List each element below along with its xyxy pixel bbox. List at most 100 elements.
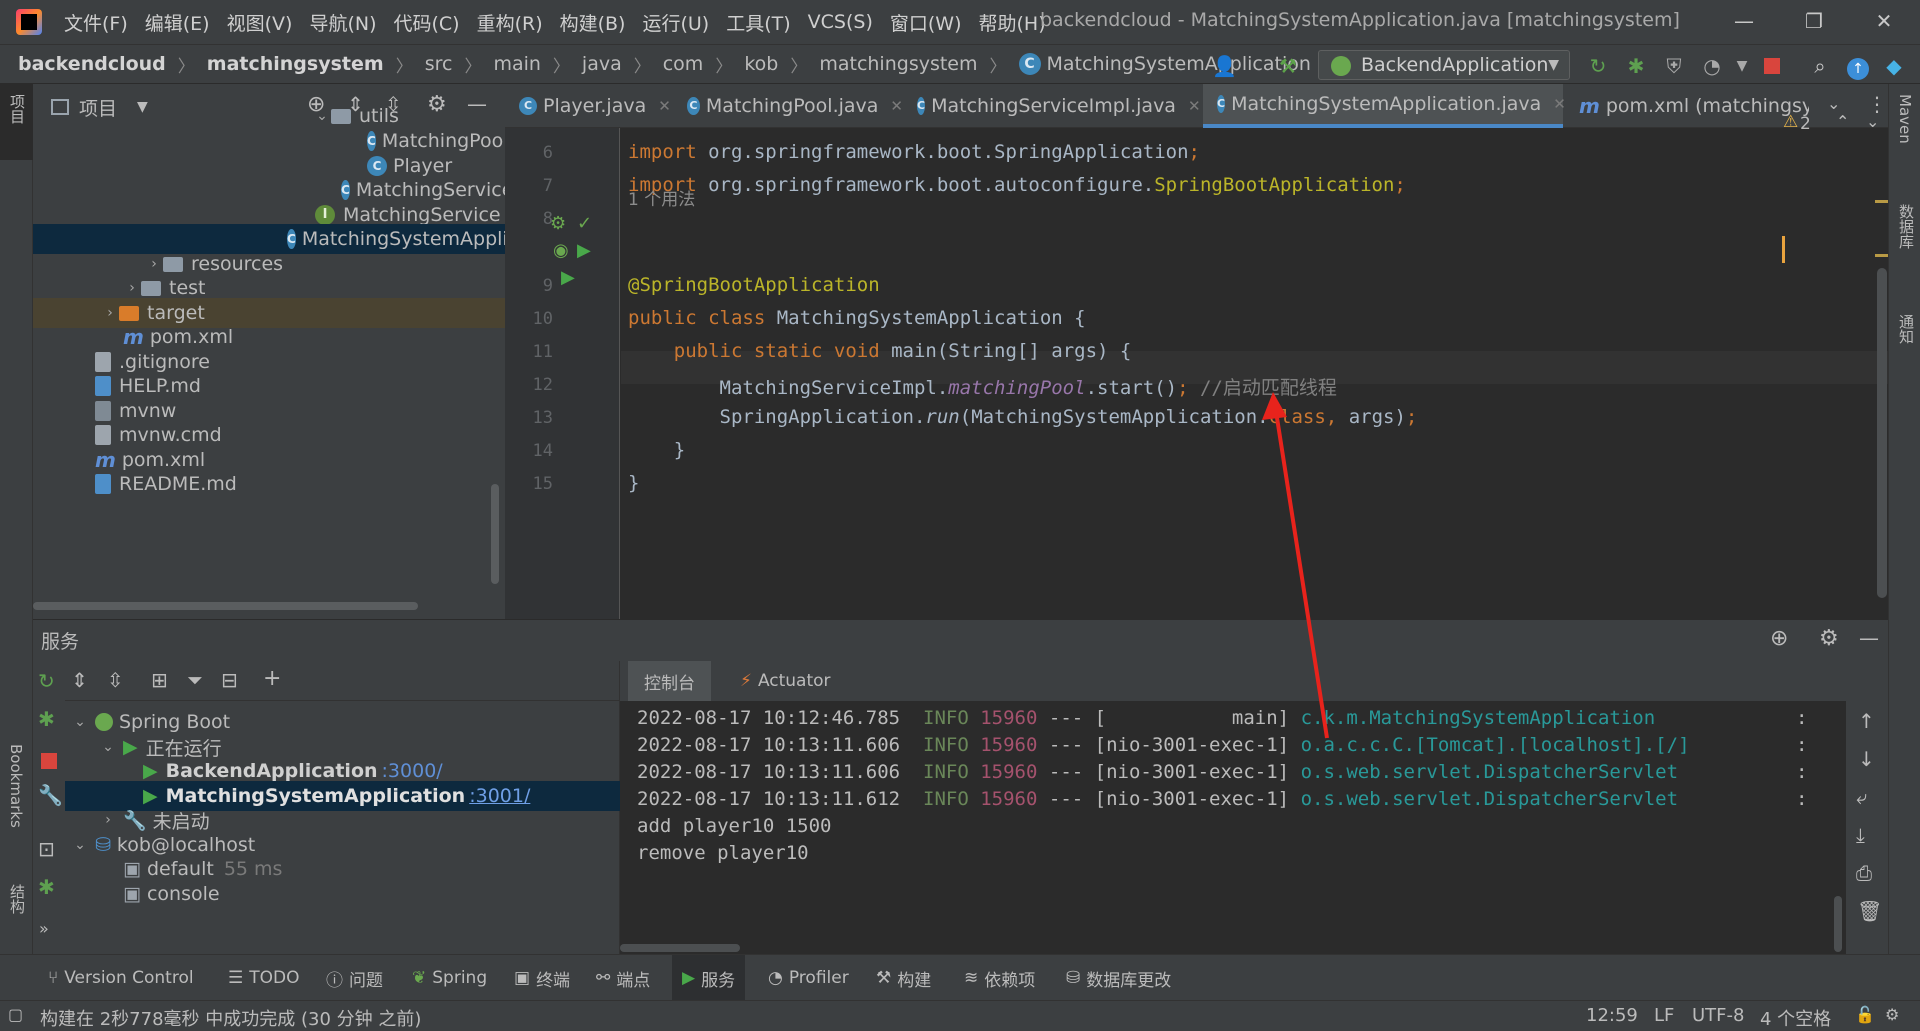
attach-debugger-icon[interactable]: ✱ <box>38 875 55 899</box>
expand-all-icon[interactable]: ⇕ <box>71 668 88 692</box>
update-icon[interactable]: ↑ <box>1846 54 1870 80</box>
menu-refactor[interactable]: 重构(R) <box>477 9 543 36</box>
stop-icon[interactable] <box>1760 54 1784 78</box>
chevron-down-icon[interactable]: ⌄ <box>99 739 117 755</box>
run-configuration-select[interactable]: BackendApplication ▼ <box>1318 50 1570 80</box>
up-arrow-icon[interactable]: ↑ <box>1858 709 1875 733</box>
menu-edit[interactable]: 编辑(E) <box>145 9 210 36</box>
tab-version-control[interactable]: ⑂ Version Control <box>48 955 194 1001</box>
more-icon[interactable]: » <box>39 919 49 938</box>
menu-vcs[interactable]: VCS(S) <box>808 11 873 33</box>
maven-tool-tab[interactable]: Maven <box>1896 94 1914 144</box>
breadcrumb-package[interactable]: matchingsystem <box>819 53 977 75</box>
chevron-right-icon[interactable]: › <box>101 305 119 321</box>
service-port-link[interactable]: :3000/ <box>382 760 443 782</box>
breadcrumb-kob[interactable]: kob <box>744 53 778 75</box>
tree-item-readme[interactable]: README.md <box>33 469 505 499</box>
coverage-icon[interactable]: ⛨ <box>1662 54 1686 78</box>
intellij-logo-icon[interactable] <box>16 9 42 35</box>
chevron-down-icon[interactable]: ⌄ <box>71 714 89 730</box>
menu-help[interactable]: 帮助(H) <box>979 9 1046 36</box>
close-icon[interactable]: ✕ <box>658 97 671 115</box>
usages-hint[interactable]: 1 个用法 <box>628 185 695 210</box>
tab-dependencies[interactable]: ≋ 依赖项 <box>964 955 1035 1001</box>
tab-database-changes[interactable]: ⛁ 数据库更改 <box>1066 955 1171 1001</box>
lock-icon[interactable]: 🔓 <box>1855 1005 1875 1024</box>
next-highlight-icon[interactable]: ⌄ <box>1866 112 1879 131</box>
tab-matchingpool[interactable]: C MatchingPool.java ✕ <box>673 84 903 128</box>
tab-matchingsystemapplication[interactable]: C MatchingSystemApplication.java ✕ <box>1203 84 1566 128</box>
menu-view[interactable]: 视图(V) <box>227 9 293 36</box>
breadcrumb-src[interactable]: src <box>425 53 453 75</box>
project-scrollbar[interactable] <box>491 484 499 584</box>
chevron-down-icon[interactable]: ⌄ <box>313 108 331 124</box>
line-separator[interactable]: LF <box>1654 1005 1674 1026</box>
gear-icon[interactable]: ⚙ <box>1819 626 1839 651</box>
error-stripe-mark[interactable] <box>1875 200 1888 203</box>
structure-tool-tab[interactable]: 结构 <box>7 884 28 914</box>
new-tab-icon[interactable]: ⊟ <box>221 668 238 692</box>
menu-window[interactable]: 窗口(W) <box>890 9 962 36</box>
tab-services[interactable]: ▶ 服务 <box>672 955 746 1001</box>
breadcrumb-java[interactable]: java <box>582 53 622 75</box>
menu-tools[interactable]: 工具(T) <box>726 9 790 36</box>
indent-setting[interactable]: 4 个空格 <box>1760 1005 1831 1031</box>
close-icon[interactable]: ✕ <box>1188 97 1201 115</box>
spring-run-gutter-icon[interactable]: ◉ <box>553 240 569 261</box>
file-encoding[interactable]: UTF-8 <box>1692 1005 1744 1026</box>
caret-position[interactable]: 12:59 <box>1586 1005 1638 1026</box>
code-editor[interactable]: 6 7 8 9 10 11 12 13 14 15 import org.springframew… <box>505 112 1888 619</box>
console-scrollbar[interactable] <box>1834 896 1842 952</box>
search-icon[interactable]: ⌕ <box>1808 54 1832 78</box>
console-hscrollbar[interactable] <box>620 944 740 952</box>
close-icon[interactable]: ✕ <box>1553 95 1566 113</box>
warning-icon[interactable]: ⚠ <box>1783 112 1798 132</box>
project-tool-tab[interactable]: 项目 <box>7 94 28 124</box>
breadcrumb-com[interactable]: com <box>663 53 704 75</box>
restore-icon[interactable]: ❐ <box>1794 6 1834 36</box>
tool-windows-icon[interactable]: ▢ <box>8 1005 23 1024</box>
menu-navigate[interactable]: 导航(N) <box>309 9 376 36</box>
notifications-tool-tab[interactable]: 通知 <box>1896 314 1917 344</box>
error-stripe-mark[interactable] <box>1875 254 1888 257</box>
down-arrow-icon[interactable]: ↓ <box>1858 747 1875 771</box>
print-icon[interactable]: ⎙ <box>1856 861 1872 885</box>
run-main-gutter-icon[interactable]: ▶ <box>561 267 575 288</box>
menu-code[interactable]: 代码(C) <box>393 9 459 36</box>
rerun-icon[interactable]: ↻ <box>38 669 55 693</box>
tab-matchingserviceimpl[interactable]: C MatchingServiceImpl.java ✕ <box>903 84 1201 128</box>
menu-file[interactable]: 文件(F) <box>64 9 128 36</box>
tab-endpoints[interactable]: ⚯ 端点 <box>596 955 650 1001</box>
tab-pom[interactable]: m pom.xml (matchingsyst <box>1565 84 1809 128</box>
rerun-icon[interactable]: ↻ <box>1586 54 1610 78</box>
chevron-right-icon[interactable]: › <box>145 256 163 272</box>
profile-icon[interactable]: ◔ <box>1700 54 1724 78</box>
more-run-chevron-icon[interactable]: ▼ <box>1730 54 1754 78</box>
debug-icon[interactable]: ✱ <box>38 707 55 731</box>
close-icon[interactable]: ✕ <box>1864 6 1904 36</box>
console-output[interactable]: 2022-08-17 10:12:46.785 INFO 15960 --- [… <box>620 701 1846 954</box>
trash-icon[interactable]: 🗑 <box>1857 899 1882 923</box>
tab-actuator[interactable]: ⚡ Actuator <box>728 661 843 701</box>
menu-run[interactable]: 运行(U) <box>642 9 709 36</box>
camera-icon[interactable]: ⊡ <box>38 837 55 861</box>
minimize-icon[interactable]: — <box>1724 6 1764 36</box>
tab-build[interactable]: ⚒ 构建 <box>876 955 931 1001</box>
close-icon[interactable]: ✕ <box>890 97 903 115</box>
collapse-all-icon[interactable]: ⇳ <box>107 668 124 692</box>
service-session-console[interactable]: ▣ console <box>65 879 620 909</box>
tab-console[interactable]: 控制台 <box>628 661 711 701</box>
warning-count[interactable]: 2 <box>1800 114 1811 134</box>
debug-icon[interactable]: ✱ <box>1624 54 1648 78</box>
project-hscrollbar[interactable] <box>33 602 418 610</box>
group-icon[interactable]: ⊞ <box>151 668 168 692</box>
user-icon[interactable]: 👤 <box>1212 54 1237 78</box>
soft-wrap-icon[interactable]: ⤶ <box>1856 785 1867 809</box>
breadcrumb-class[interactable]: MatchingSystemApplication <box>1047 53 1311 75</box>
spring-bean-gutter-icon[interactable]: ⚙ <box>550 213 566 234</box>
wrench-icon[interactable]: 🔧 <box>38 783 63 807</box>
plugin-icon[interactable]: ◆ <box>1882 54 1906 78</box>
add-service-icon[interactable]: + <box>263 666 281 691</box>
locate-icon[interactable]: ⊕ <box>1770 626 1788 651</box>
chevron-down-icon[interactable]: ⌄ <box>71 837 89 853</box>
